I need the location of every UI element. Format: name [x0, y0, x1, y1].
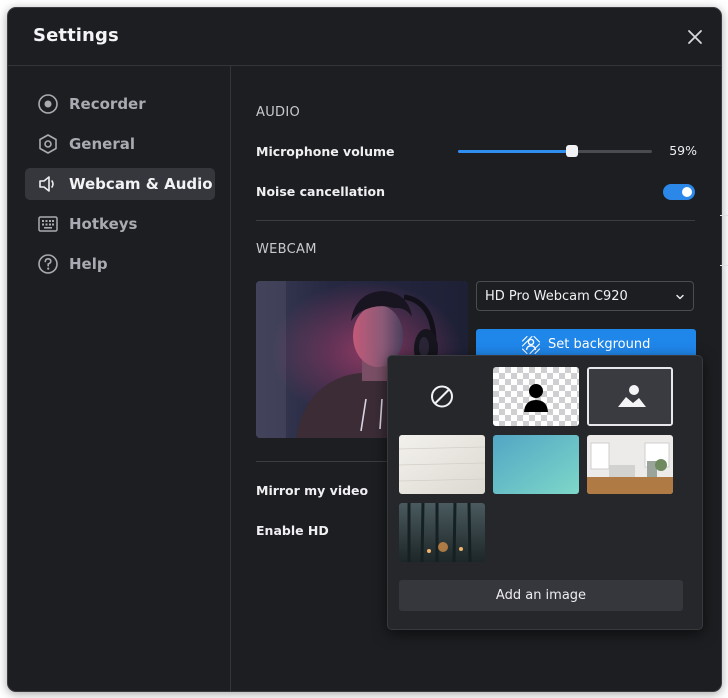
webcam-section-heading: WEBCAM [256, 242, 317, 257]
microphone-volume-label: Microphone volume [256, 144, 395, 159]
noise-cancellation-label: Noise cancellation [256, 184, 385, 199]
microphone-volume-value: 59% [669, 143, 697, 158]
webcam-select-value: HD Pro Webcam C920 [485, 289, 628, 304]
background-option-teal-gradient[interactable] [493, 435, 579, 494]
chevron-down-icon [676, 294, 684, 300]
hexagon-settings-icon [39, 134, 57, 154]
settings-window: Settings Recorder General Webcam & Audio… [7, 7, 722, 692]
enable-hd-label: Enable HD [256, 523, 329, 538]
sidebar-item-label: Recorder [69, 95, 146, 113]
background-option-remove[interactable] [493, 367, 579, 426]
set-background-label: Set background [548, 337, 651, 352]
add-image-button[interactable]: Add an image [399, 580, 683, 611]
noise-cancellation-toggle[interactable] [663, 184, 695, 200]
person-cutout-icon [493, 367, 579, 426]
sidebar-item-help[interactable]: Help [25, 248, 215, 280]
paper-texture-image [399, 435, 485, 494]
sidebar-item-webcam-audio[interactable]: Webcam & Audio [25, 168, 215, 200]
background-option-living-room[interactable] [587, 435, 673, 494]
background-effect-icon [521, 335, 541, 355]
audio-section-heading: AUDIO [256, 105, 300, 120]
living-room-image [587, 435, 673, 494]
background-option-blur[interactable] [587, 367, 673, 426]
help-circle-icon [38, 254, 58, 274]
sidebar-item-hotkeys[interactable]: Hotkeys [25, 208, 215, 240]
sidebar-item-label: General [69, 135, 135, 153]
microphone-volume-slider[interactable] [458, 141, 652, 161]
background-edge-line [720, 215, 728, 216]
sidebar: Recorder General Webcam & Audio Hotkeys … [8, 66, 231, 691]
window-title: Settings [33, 25, 119, 46]
toggle-knob [682, 187, 692, 197]
sidebar-item-label: Webcam & Audio [69, 175, 213, 193]
slider-thumb[interactable] [566, 145, 579, 157]
keyboard-icon [38, 216, 58, 232]
background-option-none[interactable] [399, 367, 485, 426]
background-option-paper[interactable] [399, 435, 485, 494]
title-bar: Settings [8, 8, 721, 66]
sidebar-item-label: Hotkeys [69, 215, 138, 233]
close-icon[interactable] [683, 25, 707, 49]
sidebar-item-recorder[interactable]: Recorder [25, 88, 215, 120]
forest-image [399, 503, 485, 562]
background-edge-line [720, 265, 728, 266]
no-background-icon [431, 385, 453, 408]
slider-fill [458, 150, 573, 153]
teal-gradient-image [493, 435, 579, 494]
webcam-select[interactable]: HD Pro Webcam C920 [476, 281, 694, 311]
sidebar-item-label: Help [69, 255, 108, 273]
mirror-video-label: Mirror my video [256, 483, 369, 498]
background-picker-popover: Add an image [387, 355, 703, 630]
section-divider [256, 220, 695, 221]
record-icon [38, 94, 58, 114]
speaker-icon [39, 176, 54, 192]
background-option-forest[interactable] [399, 503, 485, 562]
sidebar-item-general[interactable]: General [25, 128, 215, 160]
blur-image-icon [589, 369, 671, 424]
